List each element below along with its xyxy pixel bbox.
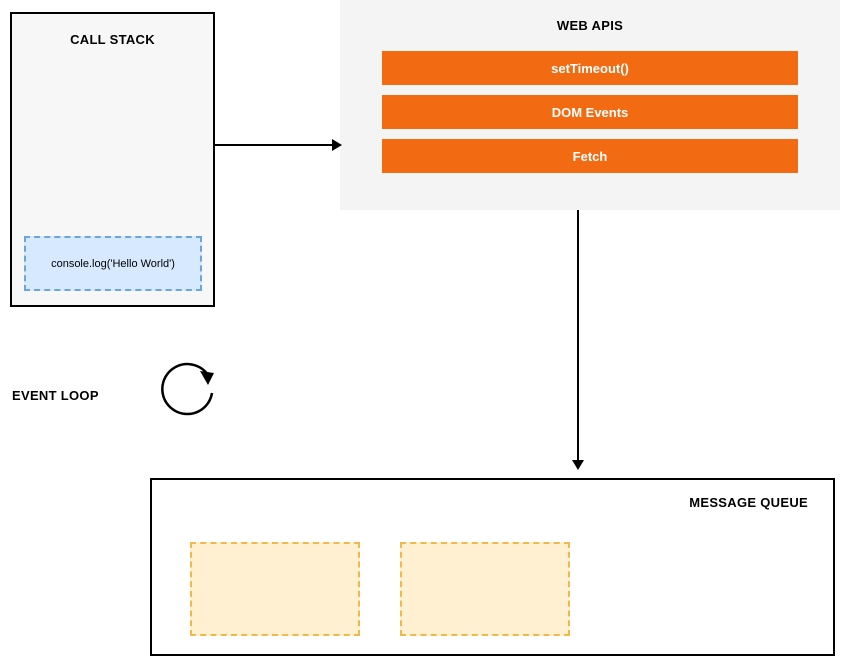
message-queue-title: MESSAGE QUEUE (689, 495, 808, 510)
web-apis-title: WEB APIS (340, 18, 840, 33)
web-apis-list: setTimeout() DOM Events Fetch (340, 51, 840, 173)
message-queue-box: MESSAGE QUEUE (150, 478, 835, 656)
web-apis-box: WEB APIS setTimeout() DOM Events Fetch (340, 0, 840, 210)
call-stack-title: CALL STACK (12, 32, 213, 47)
web-api-item: DOM Events (382, 95, 798, 129)
arrow-callstack-to-webapis (215, 144, 340, 146)
message-queue-item (190, 542, 360, 636)
message-queue-item (400, 542, 570, 636)
call-stack-box: CALL STACK console.log('Hello World') (10, 12, 215, 307)
event-loop-label: EVENT LOOP (12, 388, 99, 403)
arrow-webapis-to-queue (577, 210, 579, 468)
web-api-item: setTimeout() (382, 51, 798, 85)
web-api-item: Fetch (382, 139, 798, 173)
message-queue-items (190, 542, 570, 636)
call-stack-frame: console.log('Hello World') (24, 236, 202, 291)
event-loop-icon (140, 357, 230, 437)
